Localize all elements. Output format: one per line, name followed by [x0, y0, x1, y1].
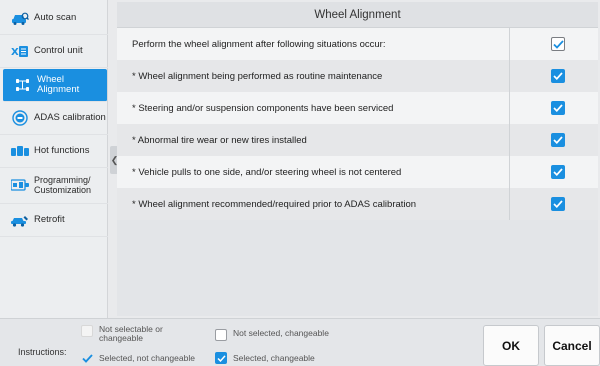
sidebar-item-hot-functions[interactable]: Hot functions [0, 135, 108, 168]
table-row: * Wheel alignment being performed as rou… [117, 60, 598, 92]
checkmark-icon [552, 39, 564, 49]
column-divider [509, 28, 510, 60]
sidebar-item-label: Retrofit [34, 214, 65, 225]
sidebar-item-auto-scan[interactable]: Auto scan [0, 2, 108, 35]
page-title: Wheel Alignment [117, 2, 598, 28]
row-text: * Wheel alignment recommended/required p… [132, 198, 417, 210]
column-divider [509, 156, 510, 188]
sidebar-item-label: Wheel Alignment [37, 74, 80, 95]
table-row: * Wheel alignment recommended/required p… [117, 188, 598, 220]
checkbox[interactable] [551, 197, 565, 211]
checkmark-icon [216, 354, 226, 362]
legend-label: Selected, not changeable [99, 353, 195, 363]
row-text: Perform the wheel alignment after follow… [132, 38, 386, 50]
table-row: * Vehicle pulls to one side, and/or stee… [117, 156, 598, 188]
sidebar-item-wheel-alignment[interactable]: Wheel Alignment [3, 69, 107, 102]
checkmark-icon [553, 72, 563, 80]
checkbox[interactable] [551, 69, 565, 83]
car-scan-icon [11, 11, 29, 25]
legend-label: Selected, changeable [233, 353, 315, 363]
checkmark-icon [553, 136, 563, 144]
checkmark-icon [553, 168, 563, 176]
column-divider [509, 124, 510, 156]
row-text: * Steering and/or suspension components … [132, 102, 394, 114]
sidebar-item-retrofit[interactable]: Retrofit [0, 204, 108, 237]
ok-button[interactable]: OK [483, 325, 539, 366]
sidebar-item-label: ADAS calibration [34, 112, 106, 123]
table-row: Perform the wheel alignment after follow… [117, 28, 598, 60]
legend-label: Not selected, changeable [233, 328, 329, 338]
column-divider [509, 92, 510, 124]
legend-box-unchecked [215, 329, 227, 341]
instructions-label: Instructions: [18, 347, 67, 357]
table-row: * Abnormal tire wear or new tires instal… [117, 124, 598, 156]
main-panel: Wheel Alignment Perform the wheel alignm… [117, 2, 598, 316]
wheel-alignment-icon [14, 78, 32, 92]
checkmark-icon [81, 353, 93, 363]
retrofit-icon [11, 213, 29, 227]
row-text: * Abnormal tire wear or new tires instal… [132, 134, 307, 146]
sidebar-item-label: Auto scan [34, 12, 77, 23]
checkbox[interactable] [551, 101, 565, 115]
legend-label: Not selectable or changeable [99, 324, 163, 343]
checkbox[interactable] [551, 133, 565, 147]
table-row: * Steering and/or suspension components … [117, 92, 598, 124]
programming-icon [11, 178, 29, 192]
control-unit-icon: X [11, 44, 29, 58]
sidebar-item-label: Programming/ Customization [34, 174, 92, 195]
legend-selected-changeable: Selected, changeable [215, 352, 315, 364]
sidebar-item-label: Control unit [34, 45, 83, 56]
row-text: * Vehicle pulls to one side, and/or stee… [132, 166, 402, 178]
sidebar: Auto scan X Control unit Wheel Alignment… [0, 0, 108, 318]
sidebar-item-control-unit[interactable]: X Control unit [0, 35, 108, 68]
legend-box-checked-fixed [81, 352, 93, 364]
svg-text:X: X [11, 47, 19, 58]
legend-not-selectable: Not selectable or changeable [81, 325, 201, 343]
hot-functions-icon [11, 144, 29, 158]
checkmark-icon [553, 200, 563, 208]
checkbox-selected-fixed [551, 37, 565, 51]
app-window: Auto scan X Control unit Wheel Alignment… [0, 0, 600, 366]
column-divider [509, 188, 510, 220]
column-divider [509, 60, 510, 92]
row-text: * Wheel alignment being performed as rou… [132, 70, 383, 82]
legend-not-selected-changeable: Not selected, changeable [215, 329, 329, 341]
legend-box-disabled [81, 325, 93, 337]
legend-selected-not-changeable: Selected, not changeable [81, 352, 195, 364]
sidebar-item-adas-calibration[interactable]: ADAS calibration [0, 102, 108, 135]
cancel-button[interactable]: Cancel [544, 325, 600, 366]
legend-box-checked [215, 352, 227, 364]
empty-area [117, 220, 598, 316]
sidebar-item-label: Hot functions [34, 145, 90, 156]
adas-icon [11, 110, 29, 126]
checkmark-icon [553, 104, 563, 112]
sidebar-item-programming[interactable]: Programming/ Customization [0, 166, 108, 204]
checkbox[interactable] [551, 165, 565, 179]
